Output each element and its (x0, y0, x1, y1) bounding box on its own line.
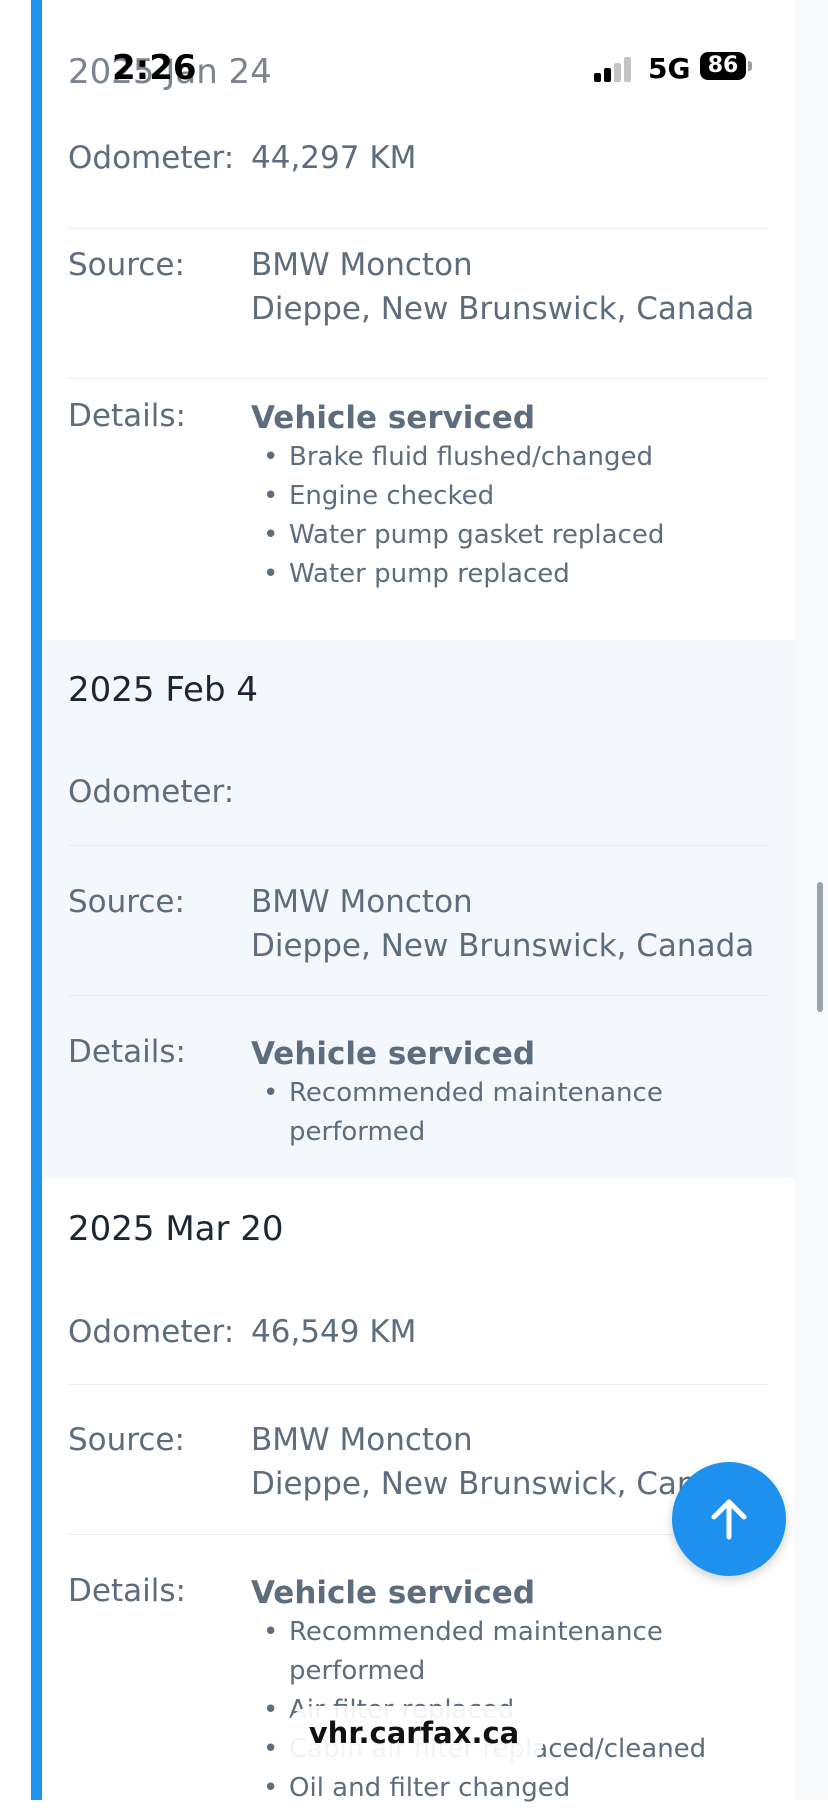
list-item: Recommended maintenance performed (251, 1613, 689, 1691)
source-name: BMW Moncton (251, 884, 473, 920)
list-item: Oil and filter changed (251, 1769, 709, 1808)
service-entry: 2025 Jan 24 Odometer: 44,297 KM Source: … (42, 0, 794, 640)
divider (68, 1384, 768, 1385)
scrollbar-thumb[interactable] (817, 882, 823, 1012)
list-item: Engine checked (251, 477, 709, 516)
details-value: Vehicle serviced Brake fluid flushed/cha… (251, 398, 709, 594)
odometer-value: 44,297 KM (251, 140, 417, 176)
divider (68, 378, 768, 379)
entry-date: 2025 Jan 24 (68, 52, 272, 92)
odometer-label: Odometer: (68, 1314, 235, 1350)
address-bar[interactable]: vhr.carfax.ca (284, 1706, 544, 1768)
odometer-label: Odometer: (68, 140, 235, 176)
details-title: Vehicle serviced (251, 1036, 536, 1072)
details-label: Details: (68, 1573, 186, 1609)
source-location: Dieppe, New Brunswick, Canada (251, 928, 755, 964)
divider (68, 995, 768, 996)
source-label: Source: (68, 884, 185, 920)
source-value: BMW Moncton Dieppe, New Brunswick, Canad… (251, 243, 754, 331)
service-entry: 2025 Feb 4 Odometer: Source: BMW Moncton… (42, 640, 794, 1178)
address-bar-url: vhr.carfax.ca (308, 1716, 520, 1750)
scroll-to-top-button[interactable] (672, 1462, 786, 1576)
source-label: Source: (68, 247, 185, 283)
source-name: BMW Moncton (251, 247, 473, 283)
list-item: Recommended maintenance performed (251, 1074, 689, 1152)
details-list: Recommended maintenance performed (251, 1074, 689, 1152)
list-item: Water pump replaced (251, 555, 709, 594)
details-value: Vehicle serviced Recommended maintenance… (251, 1573, 739, 1808)
details-title: Vehicle serviced (251, 1575, 536, 1611)
divider (68, 228, 768, 229)
details-title: Vehicle serviced (251, 400, 536, 436)
divider (68, 845, 768, 846)
odometer-label: Odometer: (68, 774, 235, 810)
details-label: Details: (68, 398, 186, 434)
details-list: Brake fluid flushed/changed Engine check… (251, 438, 709, 594)
source-value: BMW Moncton Dieppe, New Brunswick, Canad… (251, 880, 754, 968)
divider (68, 1534, 768, 1535)
source-location: Dieppe, New Brunswick, Canada (251, 291, 755, 327)
details-value: Vehicle serviced Recommended maintenance… (251, 1034, 689, 1152)
arrow-up-icon (711, 1499, 747, 1540)
list-item: Water pump gasket replaced (251, 516, 709, 555)
odometer-value: 46,549 KM (251, 1314, 417, 1350)
source-name: BMW Moncton (251, 1422, 473, 1458)
source-label: Source: (68, 1422, 185, 1458)
entry-date: 2025 Mar 20 (68, 1209, 284, 1249)
timeline-accent-bar (31, 0, 42, 1800)
details-label: Details: (68, 1034, 186, 1070)
entry-date: 2025 Feb 4 (68, 670, 258, 710)
list-item: Brake fluid flushed/changed (251, 438, 709, 477)
